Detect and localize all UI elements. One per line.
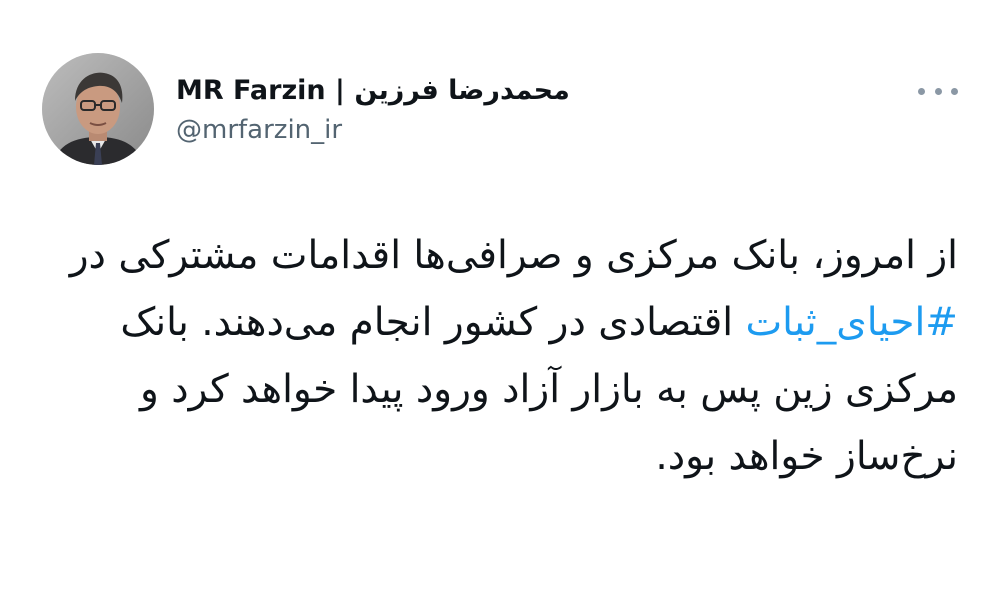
tweet-card: محمدرضا فرزین | MR Farzin @mrfarzin_ir ا… bbox=[0, 0, 1000, 607]
more-options-button[interactable] bbox=[918, 76, 958, 106]
more-horizontal-icon-dot bbox=[951, 87, 958, 95]
author-info: محمدرضا فرزین | MR Farzin @mrfarzin_ir bbox=[176, 74, 570, 146]
tweet-text: از امروز، بانک مرکزی و صرافی‌ها اقدامات … bbox=[28, 222, 958, 490]
more-horizontal-icon bbox=[918, 87, 925, 95]
author-handle[interactable]: @mrfarzin_ir bbox=[176, 114, 570, 146]
avatar-image bbox=[42, 53, 154, 165]
tweet-text-part: از امروز، بانک مرکزی و صرافی‌ها اقدامات … bbox=[69, 233, 958, 278]
author-display-name[interactable]: محمدرضا فرزین | MR Farzin bbox=[176, 74, 570, 108]
more-horizontal-icon-dot bbox=[934, 87, 942, 95]
avatar[interactable] bbox=[42, 53, 154, 165]
hashtag-link[interactable]: #احیای_ثبات bbox=[745, 300, 958, 345]
